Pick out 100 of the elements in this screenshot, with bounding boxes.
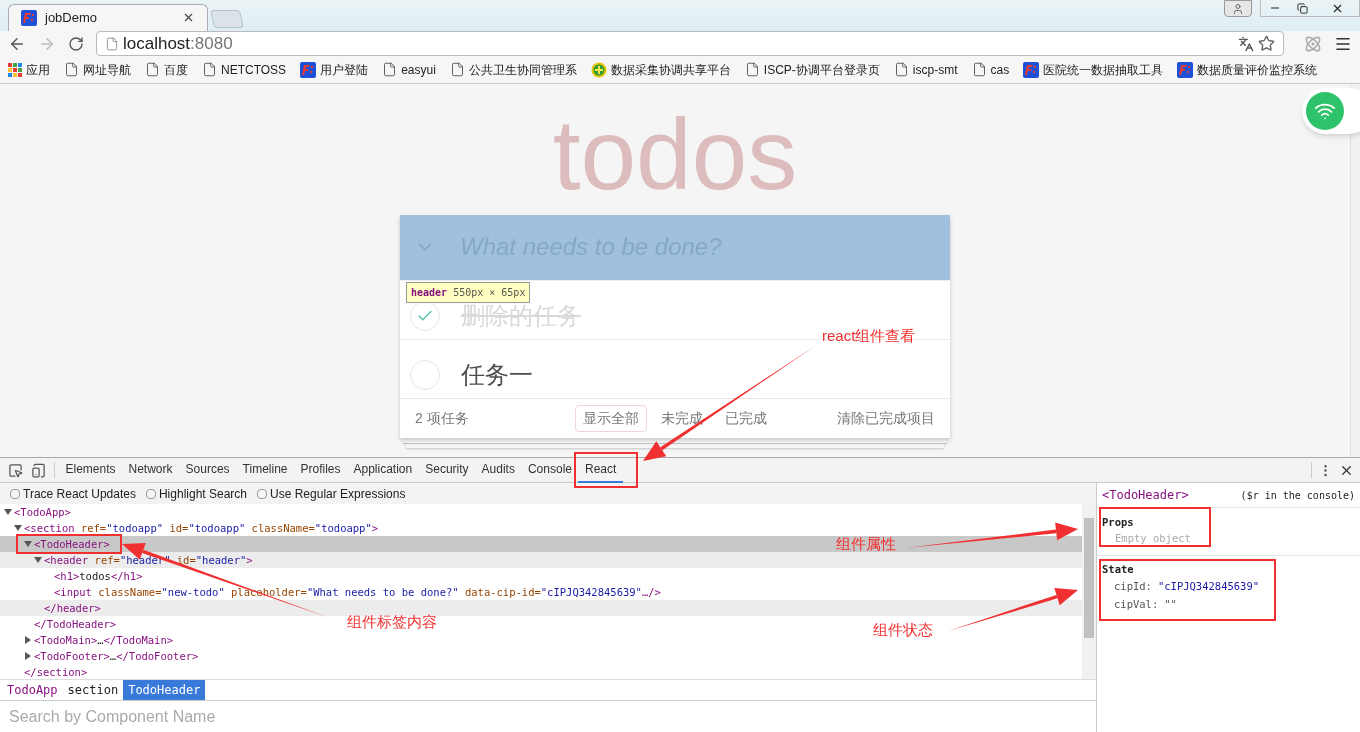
state-key: cipVal: — [1114, 597, 1159, 613]
bookmark[interactable]: 应用 — [8, 60, 50, 79]
empty-props-text: Empty object — [1114, 530, 1192, 546]
plus-circle-icon — [590, 61, 607, 78]
highlight-frame — [574, 452, 638, 488]
app-logo-icon — [21, 9, 37, 26]
tree-node-text: <TodoHeader> — [34, 538, 110, 550]
scrollbar[interactable] — [1082, 504, 1096, 679]
browser-tab[interactable]: jobDemo — [8, 3, 208, 31]
size-tooltip: header 550px × 65px — [406, 281, 531, 303]
expanded-arrow-icon[interactable] — [24, 540, 32, 548]
annotation-label: 组件状态 — [873, 620, 933, 640]
scrollbar[interactable] — [1350, 83, 1360, 457]
devtools-tab[interactable]: Application — [347, 457, 419, 483]
console-hint: ($r in the console) — [1240, 488, 1355, 503]
bookmark[interactable]: NETCTOSS — [202, 60, 287, 79]
restore-icon — [1296, 2, 1308, 14]
filter-link[interactable]: 显示全部 — [575, 404, 647, 432]
bookmark[interactable]: 数据质量评价监控系统 — [1177, 60, 1318, 79]
tree-node-text: <section ref="todoapp" id="todoapp" className="todoapp"> — [24, 522, 379, 534]
filter-link[interactable]: 已完成 — [717, 404, 775, 432]
devtools-tab[interactable]: Sources — [179, 457, 237, 483]
page-icon — [893, 62, 909, 78]
expanded-arrow-icon[interactable] — [4, 508, 12, 516]
collapsed-arrow-icon[interactable] — [24, 652, 32, 660]
clear-completed-link[interactable]: 清除已完成项目 — [837, 407, 935, 429]
url-text: localhost:8080 — [123, 33, 233, 56]
tree-row[interactable]: <header ref="header" id="header"> — [0, 552, 1082, 568]
breadcrumb-item[interactable]: TodoApp — [2, 680, 63, 700]
page-icon — [971, 62, 987, 78]
closing-tag: </header> — [44, 602, 101, 614]
expanded-arrow-icon[interactable] — [34, 556, 42, 564]
state-heading: State — [1102, 561, 1135, 577]
bookmark[interactable]: 医院统一数据抽取工具 — [1023, 60, 1164, 79]
collapsed-arrow-icon[interactable] — [24, 636, 32, 644]
option-checkbox[interactable]: Trace React Updates — [10, 484, 136, 503]
page-icon — [202, 62, 217, 78]
tree-node-text: <TodoMain>…</TodoMain> — [34, 634, 174, 646]
minimize-button[interactable] — [1260, 0, 1288, 17]
tree-node-text: <header ref="header" id="header"> — [44, 554, 253, 566]
translate-icon[interactable] — [1238, 35, 1254, 52]
tree-node-text: <h1>todos</h1> — [54, 570, 143, 582]
tree-row[interactable]: <section ref="todoapp" id="todoapp" className="todoapp"> — [0, 520, 1082, 536]
bookmark[interactable]: easyui — [382, 60, 436, 79]
devtools-tab[interactable]: Network — [122, 457, 180, 483]
app-logo-icon — [300, 61, 317, 78]
expanded-arrow-icon[interactable] — [14, 524, 22, 532]
option-checkbox[interactable]: Use Regular Expressions — [257, 484, 406, 503]
search-field[interactable]: Search by Component Name — [0, 700, 1096, 732]
bookmark[interactable]: 百度 — [145, 60, 188, 79]
close-window-button[interactable] — [1316, 0, 1360, 17]
app-logo-icon — [1177, 61, 1194, 78]
page-icon — [744, 62, 760, 78]
devtools-tab[interactable]: Profiles — [294, 457, 347, 483]
app-logo-icon — [1023, 61, 1040, 78]
page-icon — [64, 62, 79, 78]
page-icon — [449, 62, 465, 78]
devtools-tab[interactable]: Security — [418, 457, 476, 483]
bookmark[interactable]: 公共卫生协同管理系 — [449, 60, 577, 79]
inspect-icon[interactable] — [8, 462, 23, 478]
tree-node-text: <TodoApp> — [14, 506, 71, 518]
tree-row[interactable]: <TodoFooter>…</TodoFooter> — [0, 648, 1082, 664]
option-checkbox[interactable]: Highlight Search — [145, 484, 247, 503]
component-name: <TodoHeader> — [1102, 487, 1189, 504]
bookmark[interactable]: 用户登陆 — [300, 60, 369, 79]
closing-tag: </TodoHeader> — [34, 618, 117, 630]
device-icon[interactable] — [31, 462, 46, 478]
state-key: cipId: — [1114, 579, 1152, 595]
tree-node-text: <TodoFooter>…</TodoFooter> — [34, 650, 199, 662]
bookmark[interactable]: cas — [971, 60, 1010, 79]
annotation-label: 组件属性 — [836, 534, 896, 554]
tab-title: jobDemo — [45, 9, 99, 28]
star-icon[interactable] — [1258, 35, 1275, 53]
tree-row[interactable]: <TodoApp> — [0, 504, 1082, 520]
page-icon — [145, 62, 160, 78]
reload-icon[interactable] — [68, 35, 84, 52]
state-value: "cIPJQ342845639" — [1157, 579, 1260, 595]
address-bar[interactable]: localhost:8080 — [96, 31, 1284, 57]
app-title: todos — [552, 103, 798, 212]
tree-row[interactable]: <h1>todos</h1> — [0, 568, 1082, 584]
bookmark[interactable]: 网址导航 — [64, 60, 131, 79]
breadcrumb-item[interactable]: TodoHeader — [123, 680, 206, 700]
profile-button[interactable] — [1224, 0, 1252, 17]
page-icon — [382, 62, 398, 78]
apps-icon — [8, 62, 22, 77]
state-value: "" — [1164, 597, 1177, 612]
devtools-tab[interactable]: Console — [521, 457, 579, 483]
bookmark[interactable]: 数据采集协调共享平台 — [590, 60, 731, 79]
closing-tag: </section> — [24, 666, 88, 678]
breadcrumb-item[interactable]: section — [62, 680, 124, 700]
devtools-tab[interactable]: Timeline — [236, 457, 294, 483]
todo-text: 任务一 — [461, 359, 533, 390]
user-icon — [1232, 2, 1244, 15]
restore-button[interactable] — [1288, 0, 1316, 17]
page-icon — [105, 36, 119, 51]
bookmark[interactable]: ISCP-协调平台登录页 — [744, 60, 880, 79]
bookmark[interactable]: iscp-smt — [893, 60, 958, 79]
devtools-tab[interactable]: Audits — [475, 457, 522, 483]
item-count: 2 项任务 — [415, 408, 470, 428]
devtools-tab[interactable]: Elements — [59, 457, 123, 483]
